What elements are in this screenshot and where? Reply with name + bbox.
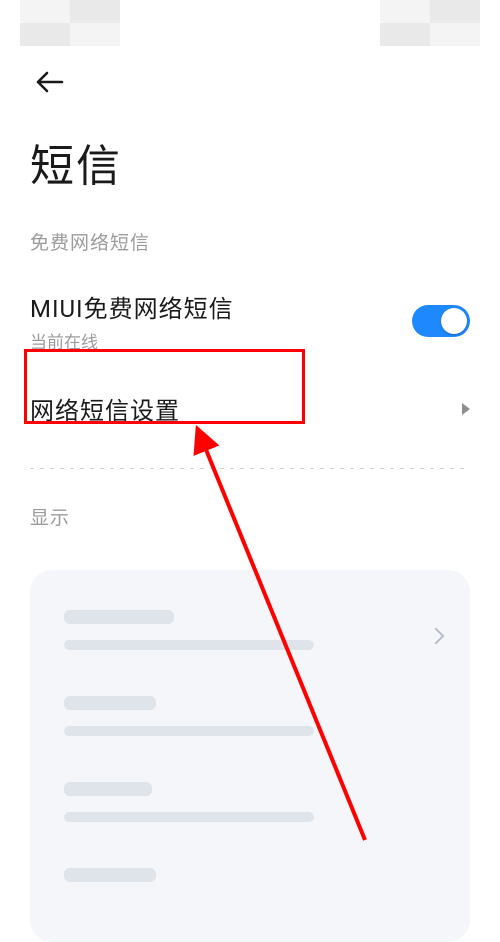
placeholder-line xyxy=(64,610,174,624)
display-preview-card[interactable] xyxy=(30,570,470,942)
row-network-sms-settings[interactable]: 网络短信设置 xyxy=(0,367,500,450)
section-label-display: 显示 xyxy=(0,469,500,550)
section-label-network-sms: 免费网络短信 xyxy=(0,194,500,275)
row-main: MIUI免费网络短信 当前在线 xyxy=(30,289,412,353)
toggle-knob xyxy=(441,308,467,334)
chevron-right-icon xyxy=(462,403,470,415)
placeholder-line xyxy=(64,812,314,822)
placeholder-line xyxy=(64,726,314,736)
statusbar-blur-right xyxy=(380,0,480,46)
placeholder-line xyxy=(64,782,152,796)
chevron-right-icon xyxy=(428,628,445,645)
row-subtitle: 当前在线 xyxy=(30,328,412,353)
statusbar-blur-left xyxy=(20,0,120,46)
toggle-free-network-sms[interactable] xyxy=(412,305,470,337)
placeholder-line xyxy=(64,640,314,650)
placeholder-line xyxy=(64,696,156,710)
page-title: 短信 xyxy=(30,130,470,194)
row-title: MIUI免费网络短信 xyxy=(30,289,412,324)
back-button[interactable] xyxy=(30,62,70,102)
row-free-network-sms[interactable]: MIUI免费网络短信 当前在线 xyxy=(0,275,500,367)
arrow-left-icon xyxy=(35,70,65,94)
row-title: 网络短信设置 xyxy=(30,391,462,426)
placeholder-line xyxy=(64,868,156,882)
